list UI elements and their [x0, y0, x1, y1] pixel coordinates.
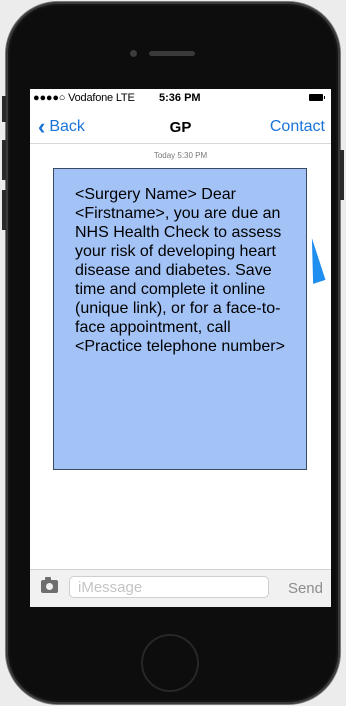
send-button[interactable]: Send [288, 580, 323, 597]
front-camera [130, 50, 137, 57]
message-input-bar: Send [30, 569, 331, 607]
volume-up-button [2, 140, 6, 180]
mute-switch [2, 96, 6, 122]
earpiece-speaker [149, 51, 195, 56]
navigation-bar: ‹ Back GP Contact [30, 107, 331, 144]
volume-down-button [2, 190, 6, 230]
camera-icon[interactable] [41, 577, 58, 593]
home-button[interactable] [141, 634, 199, 692]
contact-button[interactable]: Contact [270, 118, 325, 136]
carrier-signal: ●●●●○ Vodafone LTE [33, 92, 135, 104]
power-button [340, 150, 344, 200]
battery-icon [309, 94, 325, 101]
status-bar: ●●●●○ Vodafone LTE 5:36 PM [30, 89, 331, 107]
phone-screen: ●●●●○ Vodafone LTE 5:36 PM ‹ Back GP Con… [30, 89, 331, 607]
status-time: 5:36 PM [159, 92, 201, 104]
message-bubble: <Surgery Name> Dear <Firstname>, you are… [53, 168, 307, 470]
imessage-input[interactable] [69, 576, 269, 598]
message-timestamp: Today 5:30 PM [153, 151, 208, 160]
